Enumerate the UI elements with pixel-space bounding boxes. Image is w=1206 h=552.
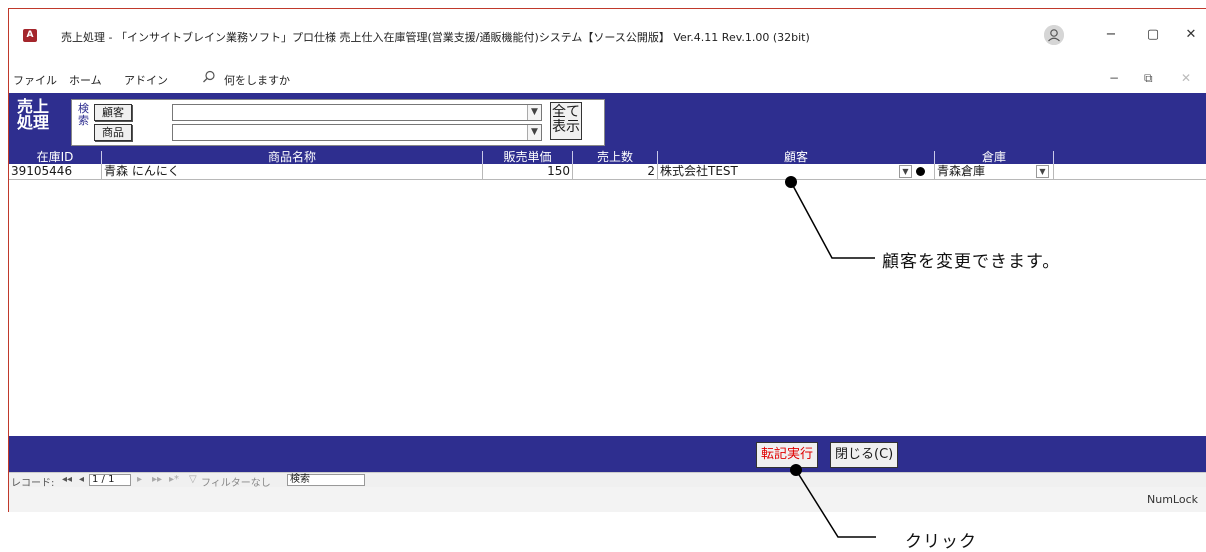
numlock-indicator: NumLock: [1147, 493, 1198, 506]
cell-unit-price[interactable]: 150: [483, 164, 573, 179]
first-record-button[interactable]: ◂◂: [62, 474, 72, 485]
form-title-line2: 処理: [17, 113, 50, 132]
click-callout-dot: [790, 464, 802, 476]
customer-search-button[interactable]: 顧客: [94, 104, 132, 121]
next-record-button[interactable]: ▸: [137, 474, 142, 485]
form-restore-button[interactable]: ⧉: [1144, 71, 1153, 86]
menu-home[interactable]: ホーム: [69, 72, 102, 88]
chevron-down-icon[interactable]: ▼: [527, 105, 541, 120]
detail-area: [9, 180, 1206, 436]
last-record-button[interactable]: ▸▸: [152, 474, 162, 485]
show-all-line2: 表示: [552, 119, 580, 135]
product-search-button[interactable]: 商品: [94, 124, 132, 141]
window-title: 売上処理 - 「インサイトブレイン業務ソフト」プロ仕様 売上仕入在庫管理(営業支…: [61, 31, 810, 44]
record-position[interactable]: 1 / 1: [89, 474, 131, 486]
warehouse-dropdown-icon[interactable]: ▼: [1036, 165, 1049, 178]
filter-icon[interactable]: ▽: [189, 474, 197, 485]
search-panel: 検索 顧客 商品 ▼ ▼ 全て 表示: [71, 99, 605, 146]
maximize-button[interactable]: ▢: [1141, 23, 1165, 47]
prev-record-button[interactable]: ◂: [79, 474, 84, 485]
status-bar: NumLock: [9, 487, 1206, 512]
form-close-button[interactable]: ✕: [1181, 71, 1191, 85]
close-button[interactable]: ✕: [1179, 23, 1203, 47]
show-all-button[interactable]: 全て 表示: [550, 102, 582, 140]
show-all-line1: 全て: [552, 104, 580, 120]
cell-customer-combo[interactable]: 株式会社TEST: [658, 164, 935, 179]
form-header: 売上 処理 検索 顧客 商品 ▼ ▼ 全て 表示: [9, 93, 1206, 153]
close-form-button[interactable]: 閉じる(C): [830, 442, 899, 468]
click-callout-text: クリック: [905, 532, 977, 552]
cell-customer: 株式会社TEST: [660, 164, 738, 178]
record-marker-icon: [916, 167, 925, 176]
cell-quantity[interactable]: 2: [573, 164, 658, 179]
col-quantity[interactable]: 売上数: [573, 151, 658, 164]
user-icon[interactable]: [1044, 25, 1064, 45]
product-combo[interactable]: ▼: [172, 124, 542, 141]
form-minimize-button[interactable]: −: [1109, 71, 1119, 85]
col-unit-price[interactable]: 販売単価: [483, 151, 573, 164]
customer-dropdown-icon[interactable]: ▼: [899, 165, 912, 178]
customer-callout-text: 顧客を変更できます。: [882, 252, 1061, 272]
menu-bar: ファイル ホーム アドイン 何をしますか − ⧉ ✕: [9, 65, 1206, 93]
access-app-icon[interactable]: A: [23, 29, 37, 42]
minimize-button[interactable]: −: [1099, 23, 1123, 47]
chevron-down-icon[interactable]: ▼: [527, 125, 541, 140]
menu-file[interactable]: ファイル: [13, 72, 57, 88]
record-search-box[interactable]: 検索: [287, 474, 365, 486]
customer-callout-dot: [785, 176, 797, 188]
menu-addin[interactable]: アドイン: [124, 72, 168, 88]
search-label: 検索: [78, 102, 89, 127]
form-footer: 転記実行 閉じる(C): [9, 436, 1206, 472]
cell-product-name[interactable]: 青森 にんにく: [102, 164, 483, 179]
table-row[interactable]: 39105446 青森 にんにく 150 2 株式会社TEST ▼ 青森倉庫 ▼: [9, 164, 1206, 180]
new-record-button[interactable]: ▸*: [169, 474, 179, 485]
form-title: 売上 処理: [17, 99, 61, 131]
search-icon[interactable]: [202, 70, 216, 88]
post-button[interactable]: 転記実行: [756, 442, 819, 468]
grid-header: 在庫ID 商品名称 販売単価 売上数 顧客 倉庫: [9, 151, 1206, 164]
customer-combo[interactable]: ▼: [172, 104, 542, 121]
col-customer[interactable]: 顧客: [658, 151, 935, 164]
tell-me-search[interactable]: 何をしますか: [224, 72, 290, 88]
cell-warehouse: 青森倉庫: [937, 164, 986, 178]
col-stock-id[interactable]: 在庫ID: [9, 151, 102, 164]
cell-stock-id[interactable]: 39105446: [9, 164, 102, 179]
title-bar: A 売上処理 - 「インサイトブレイン業務ソフト」プロ仕様 売上仕入在庫管理(営…: [9, 9, 1206, 57]
col-warehouse[interactable]: 倉庫: [935, 151, 1054, 164]
col-product-name[interactable]: 商品名称: [102, 151, 483, 164]
record-navigation: レコード: ◂◂ ◂ 1 / 1 ▸ ▸▸ ▸* ▽ フィルターなし 検索: [9, 472, 1206, 489]
